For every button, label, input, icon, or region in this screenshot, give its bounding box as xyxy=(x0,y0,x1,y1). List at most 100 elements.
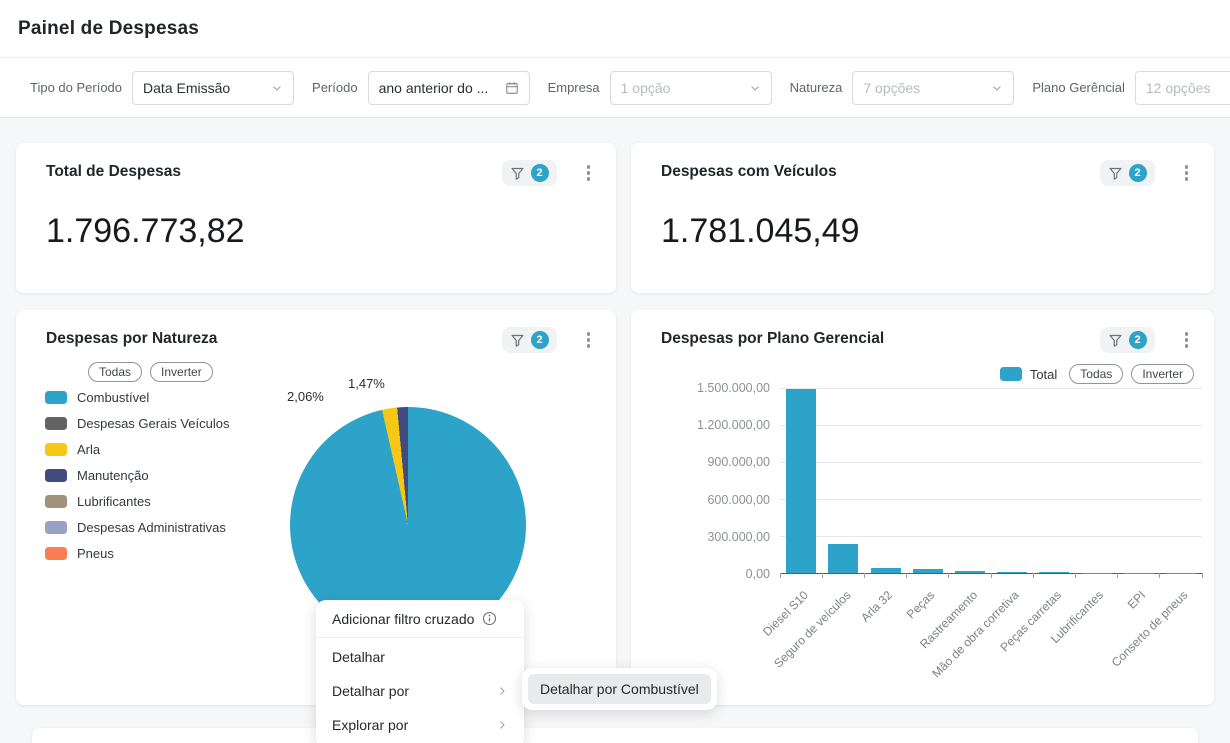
funnel-icon xyxy=(1108,166,1123,181)
expenses-dashboard: Painel de Despesas Tipo do Período Data E… xyxy=(0,0,1230,743)
filter-count-badge: 2 xyxy=(1128,164,1147,182)
gridline xyxy=(780,462,1202,463)
legend-label: Despesas Administrativas xyxy=(77,520,226,535)
plano-gerencial-select[interactable]: 12 opções xyxy=(1134,70,1230,105)
gridline xyxy=(780,388,1202,389)
legend-all-button[interactable]: Todas xyxy=(1069,364,1124,384)
filter-count-badge: 2 xyxy=(530,164,549,182)
menu-item-adicionar-filtro-cruzado[interactable]: Adicionar filtro cruzado xyxy=(316,600,524,638)
legend-label: Arla xyxy=(77,442,101,457)
filter-chip[interactable]: 2 xyxy=(501,327,557,353)
bar-pecas[interactable] xyxy=(912,569,943,573)
bar-mao-de-obra-corretiva[interactable] xyxy=(997,572,1028,573)
filter-label: Empresa xyxy=(547,80,600,95)
x-axis-label: Conserto de pneus xyxy=(1109,588,1191,670)
legend-swatch xyxy=(45,495,67,508)
card-title: Despesas com Veículos xyxy=(661,163,837,180)
chart-context-submenu: Detalhar por Combustível xyxy=(522,668,717,710)
menu-item-explorar-por[interactable]: Explorar por xyxy=(316,708,524,742)
filter-label: Período xyxy=(312,80,358,95)
funnel-icon xyxy=(1108,333,1123,348)
x-axis: Diesel S10 Seguro de veículos Arla 32 Peças… xyxy=(760,578,1202,700)
y-tick-label: 300.000,00 xyxy=(707,529,770,544)
kebab-menu-icon[interactable] xyxy=(581,161,597,185)
chevron-down-icon xyxy=(749,82,761,94)
card-title: Despesas por Natureza xyxy=(46,330,218,347)
kpi-value: 1.796.773,82 xyxy=(46,212,245,250)
tipo-do-periodo-filter-group: Tipo do Período Data Emissão xyxy=(30,70,295,105)
app-header: Painel de Despesas xyxy=(0,0,1230,58)
plano-gerencial-filter-group: Plano Gerêncial 12 opções xyxy=(1032,70,1230,105)
filter-value: 1 opção xyxy=(620,79,671,96)
legend-item-despesas-gerais-veiculos[interactable]: Despesas Gerais Veículos xyxy=(45,416,229,431)
card-despesas-veiculos: Despesas com Veículos 2 1.781.045,49 xyxy=(631,143,1214,293)
card-title: Total de Despesas xyxy=(46,163,181,180)
legend-series-label: Total xyxy=(1029,366,1058,382)
menu-item-label: Detalhar por xyxy=(332,683,410,699)
legend-invert-button[interactable]: Inverter xyxy=(150,362,213,382)
bar-rastreamento[interactable] xyxy=(954,571,985,573)
empresa-select[interactable]: 1 opção xyxy=(609,70,772,105)
bar-arla-32[interactable] xyxy=(870,567,901,573)
kebab-menu-icon[interactable] xyxy=(1179,161,1195,185)
legend-item-arla[interactable]: Arla xyxy=(45,442,229,457)
empresa-filter-group: Empresa 1 opção xyxy=(547,70,772,105)
filter-count-badge: 2 xyxy=(1128,331,1147,349)
kpi-value: 1.781.045,49 xyxy=(661,212,860,250)
submenu-item-detalhar-por-combustivel[interactable]: Detalhar por Combustível xyxy=(528,674,711,704)
x-axis-label: Arla 32 xyxy=(858,588,896,625)
legend-swatch xyxy=(45,469,67,482)
menu-item-detalhar[interactable]: Detalhar xyxy=(316,640,524,674)
kebab-menu-icon[interactable] xyxy=(581,328,597,352)
card-title: Despesas por Plano Gerencial xyxy=(661,330,885,347)
menu-item-detalhar-por[interactable]: Detalhar por xyxy=(316,674,524,708)
bar-pecas-carretas[interactable] xyxy=(1039,572,1070,573)
legend-item-pneus[interactable]: Pneus xyxy=(45,546,229,561)
kebab-menu-icon[interactable] xyxy=(1179,328,1195,352)
menu-item-label: Detalhar xyxy=(332,649,385,665)
legend-swatch xyxy=(45,443,67,456)
legend-label: Manutenção xyxy=(77,468,149,483)
bar-plot-area xyxy=(779,388,1203,578)
legend-swatch xyxy=(999,367,1022,381)
periodo-date-input[interactable]: ano anterior do ... xyxy=(367,70,530,105)
x-axis-label: Peças xyxy=(904,588,938,622)
bar-seguro-de-veiculos[interactable] xyxy=(828,543,859,573)
legend-item-combustivel[interactable]: Combustível xyxy=(45,390,229,405)
funnel-icon xyxy=(510,166,525,181)
filter-count-badge: 2 xyxy=(530,331,549,349)
menu-item-label: Explorar por xyxy=(332,717,409,733)
y-tick-label: 1.200.000,00 xyxy=(697,418,770,433)
pie-legend: Combustível Despesas Gerais Veículos Arla M… xyxy=(45,390,229,561)
calendar-icon xyxy=(505,81,519,95)
bar-diesel-s10[interactable] xyxy=(786,389,817,573)
legend-label: Combustível xyxy=(77,390,150,405)
card-total-despesas: Total de Despesas 2 1.796.773,82 xyxy=(16,143,616,293)
pie-slice-label-arla: 2,06% xyxy=(287,389,324,404)
periodo-filter-group: Período ano anterior do ... xyxy=(312,70,530,105)
legend-invert-button[interactable]: Inverter xyxy=(1131,364,1194,384)
filter-chip[interactable]: 2 xyxy=(501,160,557,186)
filter-chip[interactable]: 2 xyxy=(1099,327,1155,353)
filter-chip[interactable]: 2 xyxy=(1099,160,1155,186)
legend-all-button[interactable]: Todas xyxy=(88,362,143,382)
gridline xyxy=(780,536,1202,537)
info-icon xyxy=(482,611,497,626)
y-tick-label: 0,00 xyxy=(745,567,770,581)
natureza-select[interactable]: 7 opções xyxy=(852,70,1015,105)
legend-item-despesas-administrativas[interactable]: Despesas Administrativas xyxy=(45,520,229,535)
chevron-down-icon xyxy=(991,82,1003,94)
legend-swatch xyxy=(45,417,67,430)
filter-bar: Tipo do Período Data Emissão Período ano an… xyxy=(0,58,1230,118)
dashboard-content: Total de Despesas 2 1.796.773,82 Despesa… xyxy=(0,118,1230,743)
filter-value: Data Emissão xyxy=(143,79,231,96)
legend-label: Lubrificantes xyxy=(77,494,151,509)
page-title: Painel de Despesas xyxy=(18,17,200,39)
legend-item-lubrificantes[interactable]: Lubrificantes xyxy=(45,494,229,509)
tipo-do-periodo-select[interactable]: Data Emissão xyxy=(132,70,295,105)
menu-item-label: Adicionar filtro cruzado xyxy=(332,610,475,627)
filter-label: Tipo do Período xyxy=(30,80,123,95)
legend-item-manutencao[interactable]: Manutenção xyxy=(45,468,229,483)
chevron-right-icon xyxy=(496,685,508,697)
legend-label: Despesas Gerais Veículos xyxy=(77,416,230,431)
